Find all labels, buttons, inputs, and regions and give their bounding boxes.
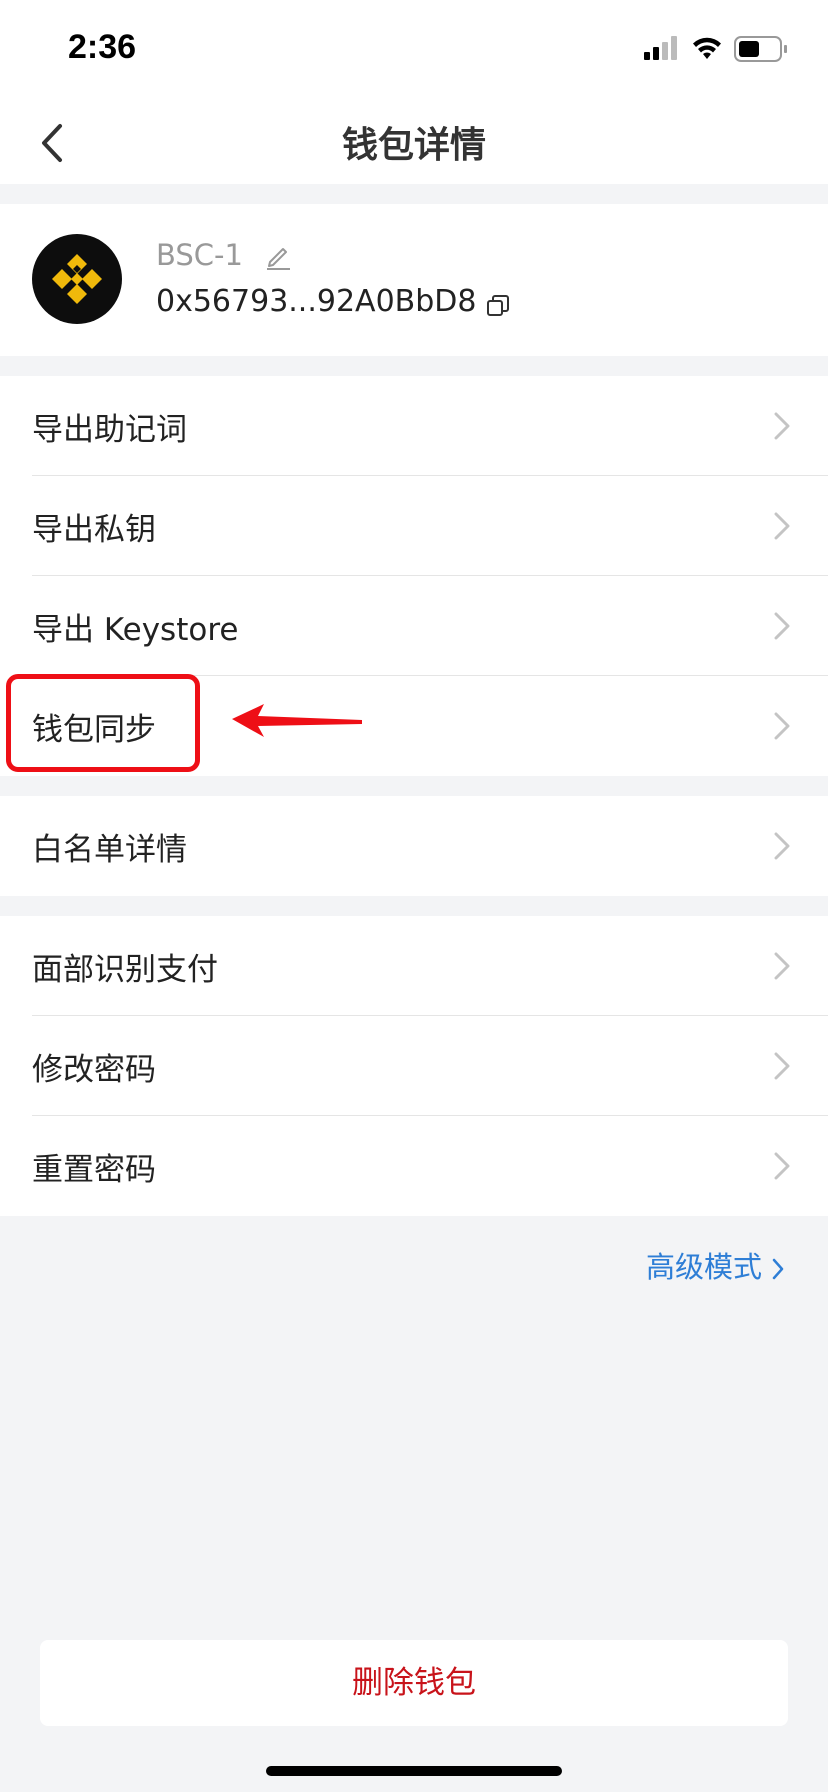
chevron-right-icon	[774, 952, 790, 980]
advanced-mode-link[interactable]: 高级模式	[646, 1244, 784, 1286]
chevron-right-icon	[774, 612, 790, 640]
security-section: 面部识别支付 修改密码 重置密码	[0, 916, 828, 1216]
status-icons	[644, 36, 787, 62]
menu-item-label: 导出 Keystore	[32, 612, 239, 648]
chevron-right-icon	[774, 412, 790, 440]
menu-item-export-keystore[interactable]: 导出 Keystore	[0, 576, 828, 676]
copy-icon[interactable]	[486, 294, 510, 318]
battery-icon	[734, 36, 787, 62]
menu-item-change-password[interactable]: 修改密码	[0, 1016, 828, 1116]
binance-logo-icon	[52, 254, 102, 304]
page-title: 钱包详情	[341, 125, 486, 166]
whitelist-section: 白名单详情	[0, 796, 828, 896]
chevron-right-icon	[774, 832, 790, 860]
menu-item-face-id-payment[interactable]: 面部识别支付	[0, 916, 828, 1016]
chevron-right-icon	[774, 712, 790, 740]
menu-item-label: 重置密码	[32, 1152, 156, 1188]
menu-item-reset-password[interactable]: 重置密码	[0, 1116, 828, 1216]
home-indicator	[266, 1766, 562, 1776]
menu-item-whitelist-details[interactable]: 白名单详情	[0, 796, 828, 896]
status-bar: 2:36	[0, 0, 828, 100]
chevron-right-icon	[774, 1052, 790, 1080]
wallet-avatar	[32, 234, 122, 324]
wallet-address: 0x56793...92A0BbD8	[156, 284, 477, 319]
wifi-icon	[693, 37, 721, 59]
nav-bar: 钱包详情	[0, 100, 828, 184]
chevron-right-icon	[774, 512, 790, 540]
menu-item-label: 导出助记词	[32, 412, 187, 448]
cellular-signal-icon	[644, 36, 677, 60]
menu-item-label: 面部识别支付	[32, 952, 218, 988]
menu-item-label: 修改密码	[32, 1052, 156, 1088]
status-time: 2:36	[68, 28, 137, 66]
delete-wallet-button[interactable]: 删除钱包	[40, 1640, 788, 1726]
chevron-right-icon	[772, 1258, 784, 1280]
menu-item-label: 白名单详情	[32, 832, 187, 868]
wallet-info-card: BSC-1 0x56793...92A0BbD8	[0, 204, 828, 356]
wallet-name: BSC-1	[156, 238, 243, 272]
menu-item-export-mnemonic[interactable]: 导出助记词	[0, 376, 828, 476]
chevron-right-icon	[774, 1152, 790, 1180]
annotation-highlight-box	[6, 674, 200, 772]
edit-pencil-icon[interactable]	[264, 242, 292, 270]
annotation-arrow-icon	[232, 704, 362, 737]
advanced-mode-label: 高级模式	[645, 1250, 762, 1284]
menu-item-label: 导出私钥	[32, 512, 156, 548]
menu-item-export-private-key[interactable]: 导出私钥	[0, 476, 828, 576]
